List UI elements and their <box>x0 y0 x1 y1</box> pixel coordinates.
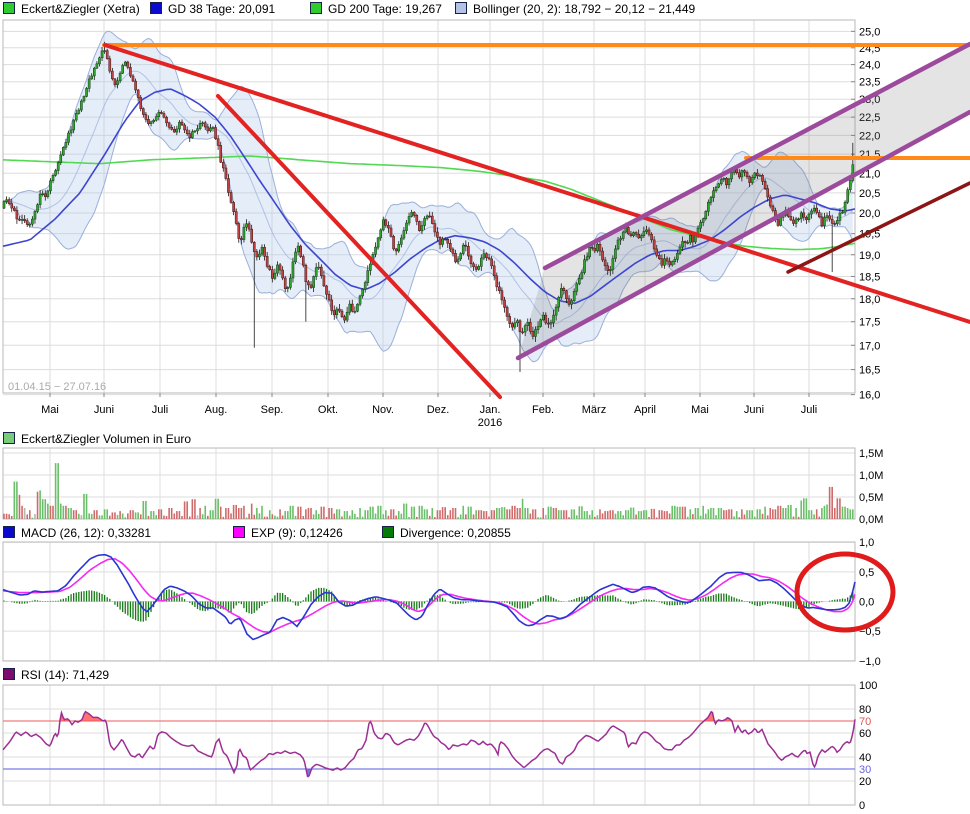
svg-text:Jan.: Jan. <box>480 404 501 416</box>
svg-text:Dez.: Dez. <box>427 404 450 416</box>
svg-text:16,0: 16,0 <box>859 390 880 402</box>
svg-text:20,5: 20,5 <box>859 188 880 200</box>
svg-text:60: 60 <box>859 728 871 740</box>
svg-text:25,0: 25,0 <box>859 26 880 38</box>
svg-text:März: März <box>582 404 606 416</box>
svg-text:17,5: 17,5 <box>859 317 880 329</box>
chart-canvas: 25,024,524,023,523,022,522,021,521,020,5… <box>2 19 970 812</box>
svg-text:16,5: 16,5 <box>859 365 880 377</box>
svg-text:17,0: 17,0 <box>859 340 880 352</box>
svg-text:01.04.15 − 27.07.16: 01.04.15 − 27.07.16 <box>8 381 106 393</box>
svg-text:1,5M: 1,5M <box>859 448 883 460</box>
svg-text:0,0: 0,0 <box>859 597 874 609</box>
svg-text:Juni: Juni <box>744 404 764 416</box>
volume-panel: 1,5M 1,0M 0,5M 0,0M <box>2 447 883 526</box>
svg-text:Aug.: Aug. <box>205 404 228 416</box>
svg-text:70: 70 <box>859 716 871 728</box>
svg-text:Juli: Juli <box>801 404 818 416</box>
svg-text:Feb.: Feb. <box>532 404 554 416</box>
price-panel: 25,024,524,023,523,022,522,021,521,020,5… <box>2 19 970 429</box>
macd-line <box>2 553 856 641</box>
rsi-panel: 100 807060 403020 0 <box>2 680 877 812</box>
svg-text:2016: 2016 <box>478 417 502 429</box>
svg-text:1,0: 1,0 <box>859 537 874 549</box>
svg-text:1,0M: 1,0M <box>859 470 883 482</box>
svg-text:Okt.: Okt. <box>318 404 338 416</box>
svg-text:18,5: 18,5 <box>859 271 880 283</box>
svg-text:80: 80 <box>859 704 871 716</box>
svg-text:April: April <box>634 404 656 416</box>
uptrend-channel-lower <box>515 109 970 361</box>
svg-text:−1,0: −1,0 <box>859 656 881 668</box>
svg-text:20,0: 20,0 <box>859 208 880 220</box>
svg-text:0: 0 <box>859 800 865 812</box>
svg-text:23,5: 23,5 <box>859 77 880 89</box>
svg-text:30: 30 <box>859 764 871 776</box>
svg-text:Juli: Juli <box>152 404 169 416</box>
svg-text:Mai: Mai <box>41 404 59 416</box>
highlight-circle-annotation <box>794 551 896 633</box>
svg-text:0,0M: 0,0M <box>859 514 883 526</box>
exp-line <box>2 557 856 634</box>
svg-text:100: 100 <box>859 680 877 692</box>
svg-text:40: 40 <box>859 752 871 764</box>
svg-text:19,0: 19,0 <box>859 250 880 262</box>
svg-text:Juni: Juni <box>94 404 114 416</box>
svg-text:0,5M: 0,5M <box>859 492 883 504</box>
svg-text:18,0: 18,0 <box>859 294 880 306</box>
svg-text:Sep.: Sep. <box>261 404 284 416</box>
svg-text:20: 20 <box>859 776 871 788</box>
svg-text:0,5: 0,5 <box>859 567 874 579</box>
svg-text:Mai: Mai <box>691 404 709 416</box>
svg-text:Nov.: Nov. <box>372 404 394 416</box>
svg-text:24,0: 24,0 <box>859 60 880 72</box>
macd-panel: 1,00,50,0−0,5−1,0 <box>2 537 896 668</box>
stock-analysis-chart: Eckert&Ziegler (Xetra) GD 38 Tage: 20,09… <box>0 0 970 814</box>
